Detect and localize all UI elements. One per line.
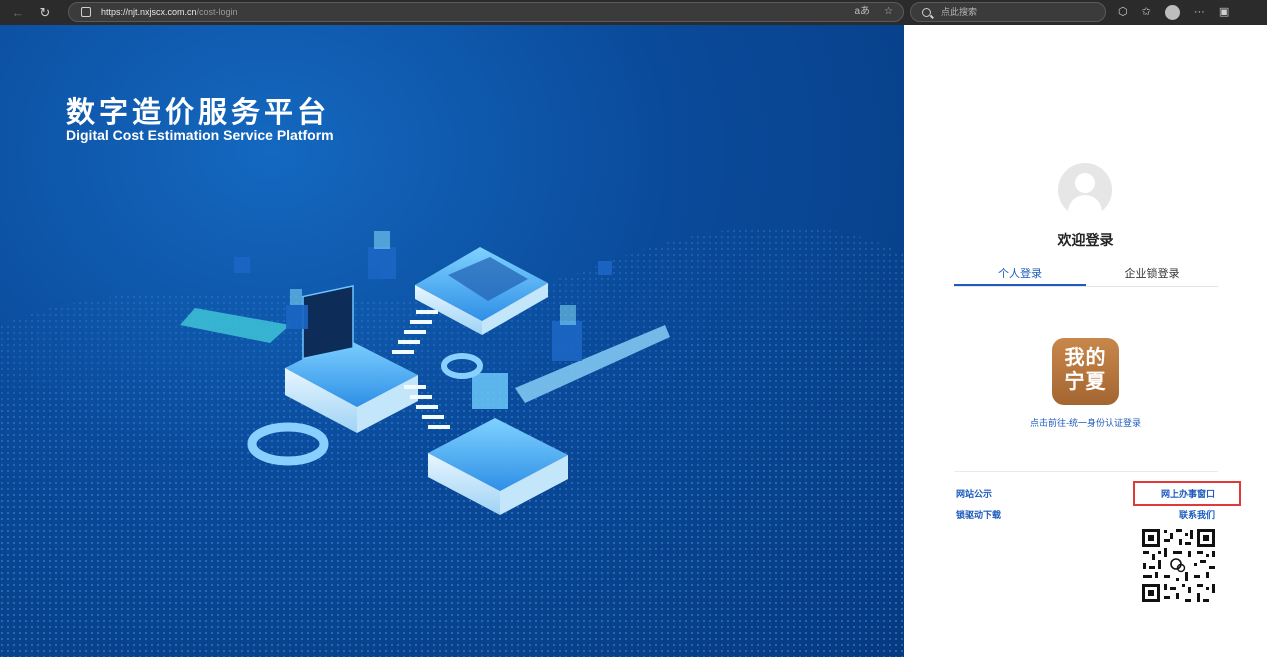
favorite-star-icon[interactable]: ☆	[884, 5, 893, 19]
hero-banner: 数字造价服务平台 Digital Cost Estimation Service…	[0, 25, 904, 657]
lock-icon	[81, 7, 91, 17]
qr-code	[1140, 527, 1217, 604]
sidebar-toggle-icon[interactable]: ▣	[1219, 3, 1229, 21]
contact-us-link[interactable]: 联系我们	[1179, 508, 1215, 521]
unified-auth-login-link[interactable]: 点击前往-统一身份认证登录	[904, 416, 1267, 429]
app-icon-line-2: 宁夏	[1064, 371, 1107, 393]
hero-subtitle: Digital Cost Estimation Service Platform	[66, 127, 334, 143]
profile-icon[interactable]	[1164, 4, 1180, 20]
refresh-icon[interactable]: ↻	[36, 4, 54, 22]
login-panel: 欢迎登录 个人登录 企业锁登录 我的 宁夏 点击前往-统一身份认证登录 网站公示…	[904, 25, 1267, 657]
read-aloud-icon[interactable]: aあ	[854, 5, 870, 19]
url-text: https://njt.nxjscx.com.cn/cost-login	[101, 7, 238, 17]
website-notice-link[interactable]: 网站公示	[956, 487, 992, 500]
tab-enterprise-lock-login[interactable]: 企业锁登录	[1086, 263, 1218, 286]
lock-driver-download-link[interactable]: 锁驱动下载	[956, 508, 1001, 521]
app-icon-line-1: 我的	[1064, 347, 1107, 369]
more-menu-icon[interactable]: ···	[1194, 3, 1205, 21]
browser-search-box[interactable]	[910, 2, 1106, 22]
hero-title: 数字造价服务平台	[66, 95, 331, 129]
divider	[954, 471, 1218, 472]
login-tabs: 个人登录 企业锁登录	[954, 263, 1218, 287]
browser-toolbar: ← ↻ https://njt.nxjscx.com.cn/cost-login…	[0, 0, 1267, 25]
search-icon	[922, 7, 931, 17]
favorites-icon[interactable]: ✩	[1142, 3, 1151, 21]
my-ningxia-app-icon[interactable]: 我的 宁夏	[1052, 338, 1119, 405]
welcome-heading: 欢迎登录	[1057, 232, 1114, 248]
back-icon[interactable]: ←	[9, 4, 27, 22]
search-input[interactable]	[941, 7, 1091, 17]
address-bar[interactable]: https://njt.nxjscx.com.cn/cost-login aあ …	[68, 2, 904, 22]
user-avatar-icon	[1058, 163, 1112, 217]
highlight-box	[1133, 481, 1241, 506]
extensions-icon[interactable]: ⬡	[1118, 3, 1128, 21]
tab-personal-login[interactable]: 个人登录	[954, 263, 1086, 286]
